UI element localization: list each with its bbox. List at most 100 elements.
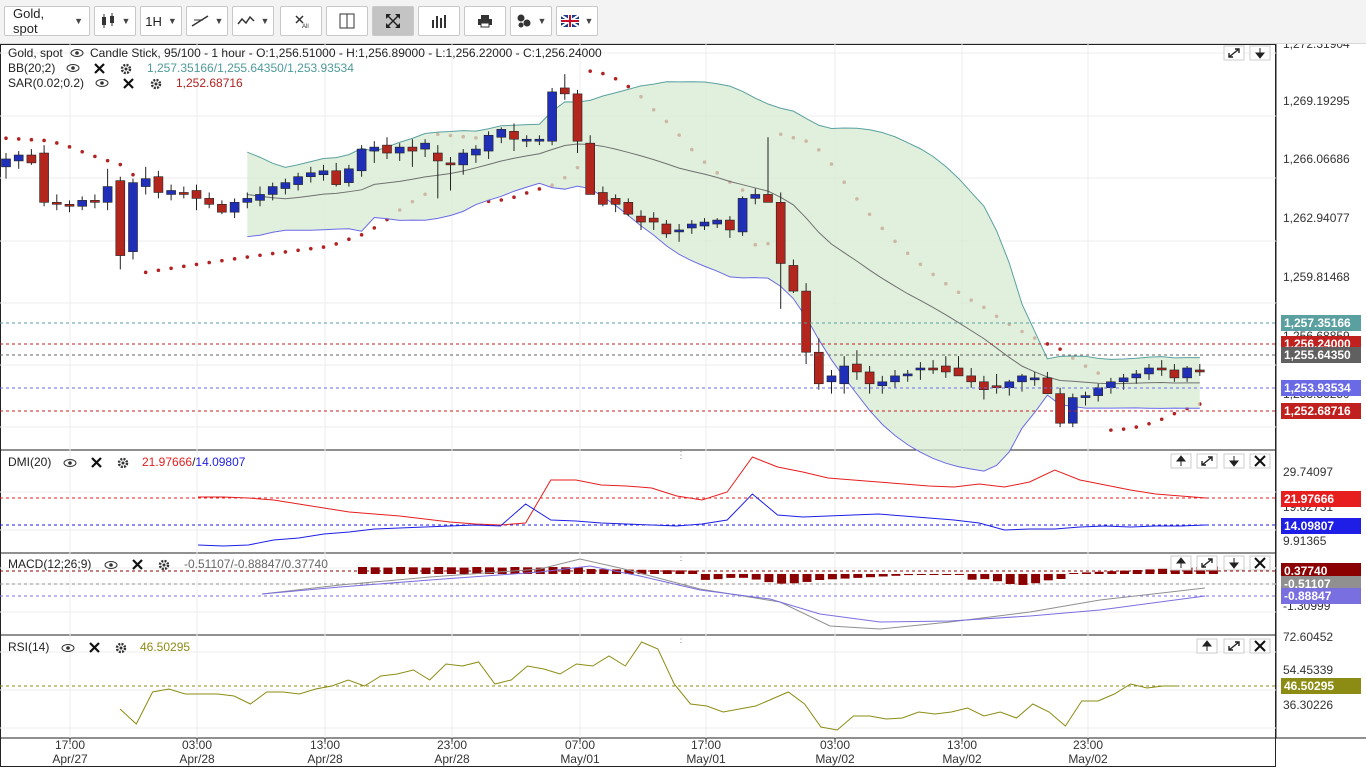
- panel-resize-handle[interactable]: ⋮: [676, 634, 686, 645]
- eye-icon[interactable]: [61, 644, 75, 652]
- value-tag-text: 21.97666: [1284, 492, 1334, 506]
- gear-icon[interactable]: [120, 63, 132, 75]
- eye-icon[interactable]: [104, 561, 118, 569]
- objects-icon: [517, 14, 531, 28]
- candle-body: [712, 219, 723, 225]
- time-label: 17:00: [691, 738, 721, 752]
- crosshair-button[interactable]: [326, 6, 368, 36]
- candle-body: [344, 168, 354, 183]
- candle-body: [1156, 367, 1167, 371]
- price-axis-label: 1,269.19295: [1283, 94, 1350, 108]
- macd-histogram-bar: [446, 567, 456, 574]
- gear-icon[interactable]: [150, 78, 162, 90]
- candle-body: [902, 373, 913, 377]
- sar-label: SAR(0.02;0.2): [8, 76, 84, 90]
- close-icon[interactable]: [123, 78, 134, 89]
- macd-histogram-bar: [713, 574, 723, 580]
- candle-body: [610, 198, 621, 205]
- candle-body: [382, 144, 392, 154]
- panel-resize-handle[interactable]: ⋮: [676, 450, 686, 461]
- flag-icon: [560, 15, 579, 27]
- indicators-button[interactable]: ▼: [232, 6, 274, 36]
- macd-histogram-bar: [891, 574, 901, 576]
- chevron-down-icon: ▼: [537, 16, 547, 26]
- candle-body: [102, 186, 113, 203]
- candle-body: [928, 367, 938, 371]
- print-button[interactable]: [464, 6, 506, 36]
- maximize-panel-button[interactable]: [1223, 45, 1245, 61]
- macd-histogram-bar: [1018, 574, 1028, 585]
- macd-histogram-bar: [700, 574, 710, 580]
- eye-icon[interactable]: [66, 64, 80, 72]
- language-button[interactable]: ▼: [556, 6, 598, 36]
- candle-body: [839, 365, 850, 385]
- macd-histogram-bar: [1094, 571, 1104, 574]
- macd-histogram-bar: [408, 567, 418, 574]
- dmi-label: DMI(20): [8, 455, 51, 469]
- clear-all-button[interactable]: All: [280, 6, 322, 36]
- candle-body: [229, 202, 240, 213]
- value-tag-text: 46.50295: [1284, 679, 1334, 693]
- chart-area[interactable]: 1,272.31904 1,269.19295 1,266.06686 1,262.9…: [0, 44, 1366, 768]
- move-down-button[interactable]: [1249, 45, 1271, 61]
- candle-body: [1080, 395, 1091, 398]
- candle-body: [1, 158, 11, 168]
- sar-dot: [143, 270, 148, 275]
- objects-button[interactable]: ▼: [510, 6, 552, 36]
- chart-type-button[interactable]: ▼: [94, 6, 136, 36]
- macd-histogram-bar: [459, 567, 469, 574]
- eye-icon[interactable]: [95, 79, 109, 87]
- macd-histogram-bar: [383, 567, 393, 574]
- candle-body: [521, 138, 532, 142]
- sar-dot: [245, 255, 250, 259]
- candle-body: [1029, 377, 1040, 381]
- candle-body: [331, 170, 342, 185]
- sar-dot: [1159, 417, 1164, 422]
- candle-body: [13, 154, 24, 162]
- chart-title-symbol: Gold, spot: [8, 46, 63, 60]
- macd-histogram-bar: [764, 574, 774, 583]
- candle-body: [394, 146, 405, 154]
- candle-body: [1106, 381, 1116, 389]
- fullscreen-button[interactable]: [372, 6, 414, 36]
- macd-histogram-bar: [1120, 570, 1129, 574]
- timeframe-value: 1H: [145, 13, 162, 29]
- candle-body: [991, 385, 1002, 389]
- gear-icon[interactable]: [117, 457, 129, 469]
- candle-body: [915, 367, 926, 371]
- close-icon[interactable]: [94, 63, 105, 74]
- close-icon[interactable]: [89, 642, 100, 653]
- value-tag-text: 1,252.68716: [1284, 404, 1351, 418]
- macd-histogram-bar: [789, 574, 799, 584]
- macd-histogram-bar: [929, 574, 939, 575]
- macd-histogram-bar: [1056, 574, 1066, 580]
- chevron-down-icon: ▼: [260, 16, 270, 26]
- gear-icon[interactable]: [115, 642, 127, 654]
- candle-body: [420, 142, 430, 150]
- drawing-tools-button[interactable]: ▼: [186, 6, 228, 36]
- candle-body: [788, 265, 799, 292]
- candle-body: [813, 351, 824, 385]
- macd-histogram-bar: [866, 574, 875, 578]
- symbol-select[interactable]: Gold, spot ▼: [4, 6, 90, 36]
- candle-body: [661, 223, 672, 235]
- volume-button[interactable]: [418, 6, 460, 36]
- candle-body: [1144, 367, 1154, 375]
- sar-dot: [512, 195, 516, 200]
- timeframe-select[interactable]: 1H ▼: [140, 6, 182, 36]
- close-icon[interactable]: [91, 457, 102, 468]
- macd-histogram-bar: [688, 570, 698, 574]
- sar-dot: [232, 257, 237, 261]
- time-label: 23:00: [1073, 738, 1103, 752]
- candle-body: [699, 221, 710, 227]
- panel-resize-handle[interactable]: ⋮: [676, 552, 686, 563]
- sar-dot: [93, 154, 97, 159]
- macd-values: -0.51107/-0.88847/0.37740: [184, 557, 328, 571]
- value-tag-text: -0.88847: [1284, 589, 1332, 603]
- candle-body: [305, 172, 316, 177]
- value-tag-text: 0.37740: [1284, 564, 1328, 578]
- dmi-axis-label: 9.91365: [1283, 534, 1327, 548]
- macd-histogram-bar: [802, 574, 812, 582]
- sar-dot: [537, 187, 542, 191]
- candle-body: [166, 190, 176, 195]
